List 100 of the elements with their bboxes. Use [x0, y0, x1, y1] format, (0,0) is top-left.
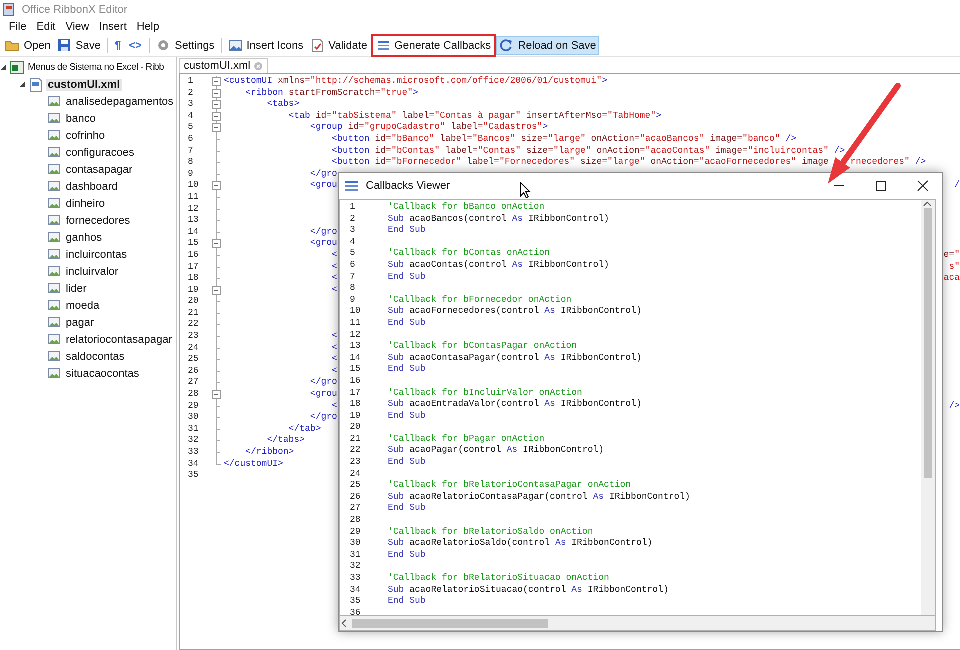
tree-item[interactable]: customUI.xml	[46, 78, 122, 90]
line-number: 18	[187, 273, 200, 285]
code-line: End Sub	[388, 410, 426, 422]
menu-item[interactable]: Insert	[94, 21, 132, 33]
close-icon[interactable]	[917, 180, 929, 192]
fold-marker-icon[interactable]	[210, 88, 224, 100]
code-line: </gro	[309, 168, 338, 180]
code-line: End Sub	[388, 457, 426, 469]
code-line: <button id="bFornecedor" label="Fornecedores" size="large" onAction="acaoFornecedores" image	[331, 157, 829, 169]
tree-item[interactable]: incluirvalor	[64, 266, 121, 278]
expander-icon[interactable]	[18, 81, 26, 88]
code-line: 'Callback for bBanco onAction	[388, 202, 545, 214]
tree-item[interactable]: contasapagar	[64, 164, 135, 176]
code-line: <	[331, 354, 338, 366]
app-icon	[3, 2, 15, 16]
code-line: </gro	[309, 377, 338, 390]
tree-item[interactable]: situacaocontas	[64, 368, 142, 380]
fold-marker-icon[interactable]	[210, 389, 224, 402]
code-line: <	[331, 284, 338, 296]
line-number: 34	[187, 458, 200, 470]
code-line: <grou	[309, 389, 338, 401]
scroll-up-icon[interactable]	[922, 200, 932, 208]
line-number: 31	[349, 550, 362, 562]
menu-item[interactable]: File	[4, 21, 32, 33]
line-number: 35	[187, 470, 200, 482]
list-icon	[376, 38, 391, 53]
code-fragment: /	[954, 180, 960, 192]
tree-item[interactable]: ganhos	[64, 232, 104, 244]
line-number: 13	[187, 215, 200, 227]
toolbar-button[interactable]: Generate Callbacks	[370, 34, 496, 57]
code-line: Sub acaoRelatorioSituacao(control As IRibbonControl)	[388, 584, 669, 596]
image-file-icon	[47, 349, 62, 364]
menu-item[interactable]: View	[60, 21, 94, 33]
toolbar-button[interactable]: Open	[2, 36, 54, 55]
line-number: 29	[187, 400, 200, 412]
toolbar-button[interactable]: Save	[54, 36, 104, 55]
tree-item[interactable]: cofrinho	[64, 130, 108, 142]
spreadsheet-file-icon	[9, 60, 24, 75]
horizontal-scrollbar[interactable]	[339, 616, 936, 631]
fold-marker-icon[interactable]	[210, 99, 224, 112]
menu-item[interactable]: Edit	[32, 21, 61, 33]
gear-icon	[156, 38, 171, 53]
tree-item[interactable]: pagar	[64, 316, 96, 328]
tree-item[interactable]: banco	[64, 112, 98, 124]
line-number: 25	[349, 480, 362, 492]
expander-icon[interactable]	[0, 64, 7, 71]
tree-item[interactable]: analisedepagamentos	[64, 96, 176, 108]
line-number: 34	[349, 584, 362, 596]
code-line: 'Callback for bFornecedor onAction	[388, 294, 572, 306]
line-number: 15	[187, 238, 200, 250]
toolbar-button[interactable]: Validate	[306, 36, 371, 55]
line-number: 32	[187, 435, 200, 447]
tree-item[interactable]: saldocontas	[64, 350, 127, 362]
fold-marker-icon[interactable]	[210, 76, 224, 88]
line-number: 10	[349, 306, 362, 318]
tree-item[interactable]: Menus de Sistema no Excel - Ribb	[26, 62, 166, 73]
code-line: 'Callback for bRelatorioSaldo onAction	[388, 526, 594, 538]
line-number: 7	[349, 272, 356, 284]
tree-item[interactable]: lider	[64, 282, 89, 294]
vertical-scrollbar[interactable]	[921, 200, 935, 615]
code-line: <grou	[309, 180, 338, 192]
tree-item[interactable]: dinheiro	[64, 198, 108, 210]
document-tab[interactable]: customUI.xml	[179, 58, 268, 73]
image-file-icon	[47, 264, 62, 279]
tree-item[interactable]: fornecedores	[64, 214, 132, 226]
fold-marker-icon[interactable]	[210, 284, 224, 297]
line-number: 11	[187, 192, 200, 204]
code-line: <grou	[309, 238, 338, 250]
code-line: </tabs>	[266, 435, 306, 447]
line-number: 23	[187, 331, 200, 343]
code-line: 'Callback for bContas onAction	[388, 248, 550, 260]
line-number: 1	[187, 76, 194, 88]
code-line: Sub acaoContas(control As IRibbonControl)	[388, 260, 610, 272]
fold-marker-icon[interactable]	[210, 238, 224, 250]
tree-item[interactable]: relatoriocontasapagar	[64, 334, 174, 346]
line-number: 3	[187, 99, 194, 111]
code-fragment: s"	[949, 262, 960, 274]
tree-item[interactable]: configuracoes	[64, 146, 136, 158]
toolbar-button[interactable]: <>	[125, 36, 146, 55]
toolbar-button[interactable]: Insert Icons	[224, 36, 307, 55]
image-file-icon	[47, 111, 62, 126]
maximize-icon[interactable]	[875, 180, 887, 192]
fold-marker-icon[interactable]	[210, 110, 224, 123]
code-line: End Sub	[388, 596, 426, 608]
menu-item[interactable]: Help	[132, 21, 164, 33]
line-number: 15	[349, 364, 362, 376]
toolbar-button[interactable]: Settings	[152, 36, 218, 55]
line-number: 7	[187, 146, 194, 158]
toolbar-button[interactable]: Reload on Save	[496, 36, 600, 55]
image-file-icon	[47, 247, 62, 262]
toolbar-button[interactable]: ¶	[111, 36, 126, 55]
fold-marker-icon[interactable]	[210, 180, 224, 192]
tree-item[interactable]: dashboard	[64, 180, 120, 192]
tree-item[interactable]: moeda	[64, 300, 102, 312]
line-number: 35	[349, 596, 362, 608]
line-number: 28	[349, 515, 362, 527]
tree-item[interactable]: incluircontas	[64, 248, 130, 260]
image-file-icon	[47, 162, 62, 177]
fold-marker-icon[interactable]	[210, 122, 224, 134]
line-number: 36	[349, 608, 362, 615]
